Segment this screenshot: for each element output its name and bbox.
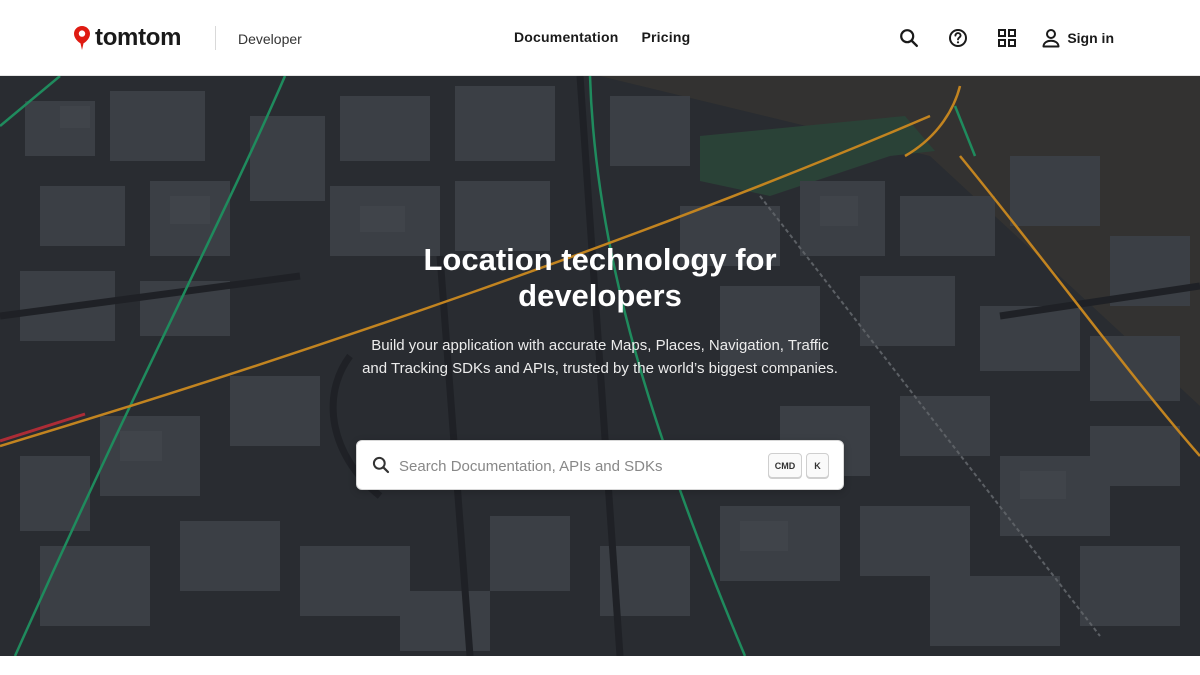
search-icon <box>372 456 390 474</box>
developer-link[interactable]: Developer <box>238 30 302 48</box>
hero-section: Location technology for developers Build… <box>0 76 1200 656</box>
nav-pricing[interactable]: Pricing <box>642 28 691 46</box>
shortcut-k-key: K <box>806 453 829 478</box>
help-circle-icon <box>949 29 968 47</box>
hero-search-box: CMD K <box>356 440 844 490</box>
grid-icon <box>998 29 1017 47</box>
tomtom-logo[interactable]: tomtom <box>74 24 181 52</box>
header-divider <box>215 26 216 50</box>
brand-wordmark: tomtom <box>95 24 182 51</box>
map-pin-icon <box>74 26 90 50</box>
help-button[interactable] <box>944 24 972 52</box>
nav-documentation[interactable]: Documentation <box>514 28 619 46</box>
top-header: tomtom Developer Documentation Pricing S… <box>0 0 1200 76</box>
search-button[interactable] <box>895 24 923 52</box>
header-tools: Sign in <box>895 24 1114 52</box>
search-input[interactable] <box>399 453 759 479</box>
search-icon <box>900 29 919 47</box>
hero-title: Location technology for developers <box>423 242 777 313</box>
page: tomtom Developer Documentation Pricing S… <box>0 0 1200 675</box>
user-icon <box>1042 29 1060 48</box>
hero-content: Location technology for developers Build… <box>0 76 1200 656</box>
hero-description: Build your application with accurate Map… <box>362 337 838 377</box>
sign-in-label: Sign in <box>1067 30 1114 46</box>
shortcut-cmd-key: CMD <box>768 453 802 478</box>
main-nav: Documentation Pricing <box>514 28 690 46</box>
apps-button[interactable] <box>993 24 1021 52</box>
sign-in-button[interactable]: Sign in <box>1042 28 1114 48</box>
